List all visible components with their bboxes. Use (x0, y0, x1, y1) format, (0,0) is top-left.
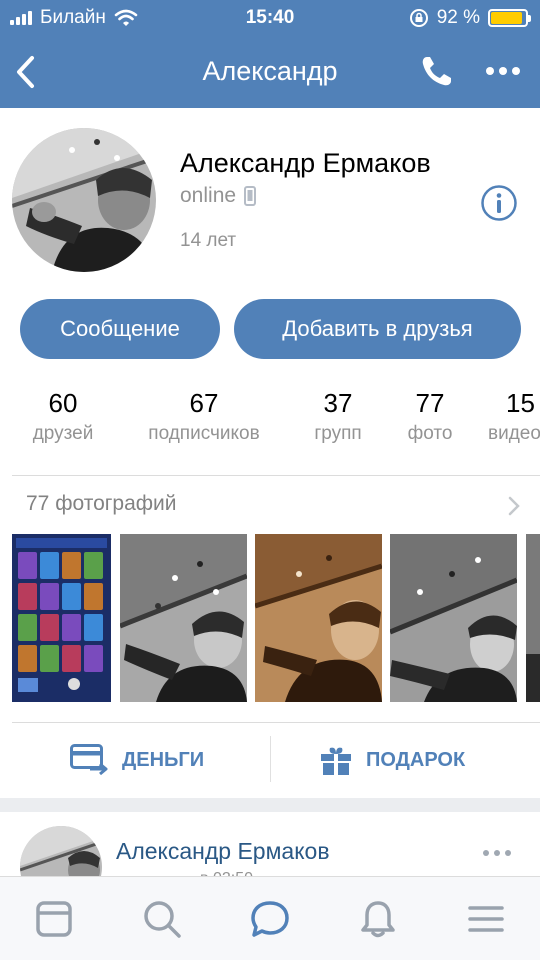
gift-icon (321, 747, 351, 775)
counter-label: друзей (32, 423, 94, 444)
profile-age: 14 лет (180, 230, 237, 251)
photo-thumbnail[interactable] (120, 534, 247, 702)
counter-label: видео (488, 423, 540, 444)
phone-icon[interactable] (418, 54, 454, 90)
page-title: Александр (202, 56, 338, 86)
counter-groups[interactable]: 37 групп (304, 388, 372, 445)
counter-videos[interactable]: 15 видео (488, 388, 540, 445)
info-icon[interactable] (480, 184, 518, 222)
counter-label: фото (407, 423, 453, 444)
counter-followers[interactable]: 67 подписчиков (134, 388, 274, 445)
photo-thumbnail[interactable] (255, 534, 382, 702)
money-button[interactable]: ДЕНЬГИ (70, 724, 204, 796)
money-transfer-icon (70, 744, 108, 776)
nav-bar: Александр (0, 36, 540, 108)
gift-label: ПОДАРОК (366, 748, 466, 771)
post-author-name[interactable]: Александр Ермаков (116, 838, 330, 865)
chevron-right-icon[interactable] (506, 494, 522, 518)
counter-value: 37 (323, 388, 353, 418)
gift-button[interactable]: ПОДАРОК (320, 724, 465, 796)
actions-divider (270, 736, 271, 782)
counter-value: 67 (189, 388, 219, 418)
orientation-lock-icon (409, 9, 428, 27)
counter-photos[interactable]: 77 фото (400, 388, 460, 445)
add-friend-button[interactable]: Добавить в друзья (234, 299, 521, 359)
divider (12, 475, 540, 476)
messages-icon[interactable] (250, 899, 290, 939)
news-icon[interactable] (34, 899, 74, 939)
battery-icon (488, 9, 531, 27)
section-gap (0, 798, 540, 812)
notifications-icon[interactable] (358, 899, 398, 939)
profile-avatar[interactable] (12, 128, 156, 272)
battery-level (491, 12, 523, 24)
profile-name: Александр Ермаков (180, 148, 431, 178)
menu-icon[interactable] (466, 899, 506, 939)
photos-header[interactable]: 77 фотографий (26, 492, 177, 516)
counter-label: групп (314, 423, 362, 444)
counter-friends[interactable]: 60 друзей (22, 388, 104, 445)
post-more-icon[interactable] (482, 848, 512, 858)
mobile-device-icon (244, 186, 257, 206)
tab-bar (0, 876, 540, 960)
counter-value: 77 (415, 388, 445, 418)
status-bar: Билайн 15:40 92 % (0, 0, 540, 36)
message-button[interactable]: Сообщение (20, 299, 220, 359)
status-bar-right: 92 % (409, 7, 531, 29)
counter-value: 60 (48, 388, 78, 418)
profile-status: online (180, 184, 257, 208)
battery-percent: 92 % (436, 7, 480, 28)
photo-thumbnail[interactable] (390, 534, 517, 702)
divider (12, 722, 540, 723)
counters: 60 друзей 67 подписчиков 37 групп 77 фот… (0, 388, 540, 458)
photo-thumbnail[interactable] (526, 534, 540, 702)
more-icon[interactable] (484, 64, 522, 78)
online-label: online (180, 184, 237, 207)
money-label: ДЕНЬГИ (122, 748, 205, 771)
counter-label: подписчиков (148, 423, 260, 444)
counter-value: 15 (506, 388, 535, 418)
search-icon[interactable] (142, 899, 182, 939)
photo-thumbnail[interactable] (12, 534, 111, 702)
